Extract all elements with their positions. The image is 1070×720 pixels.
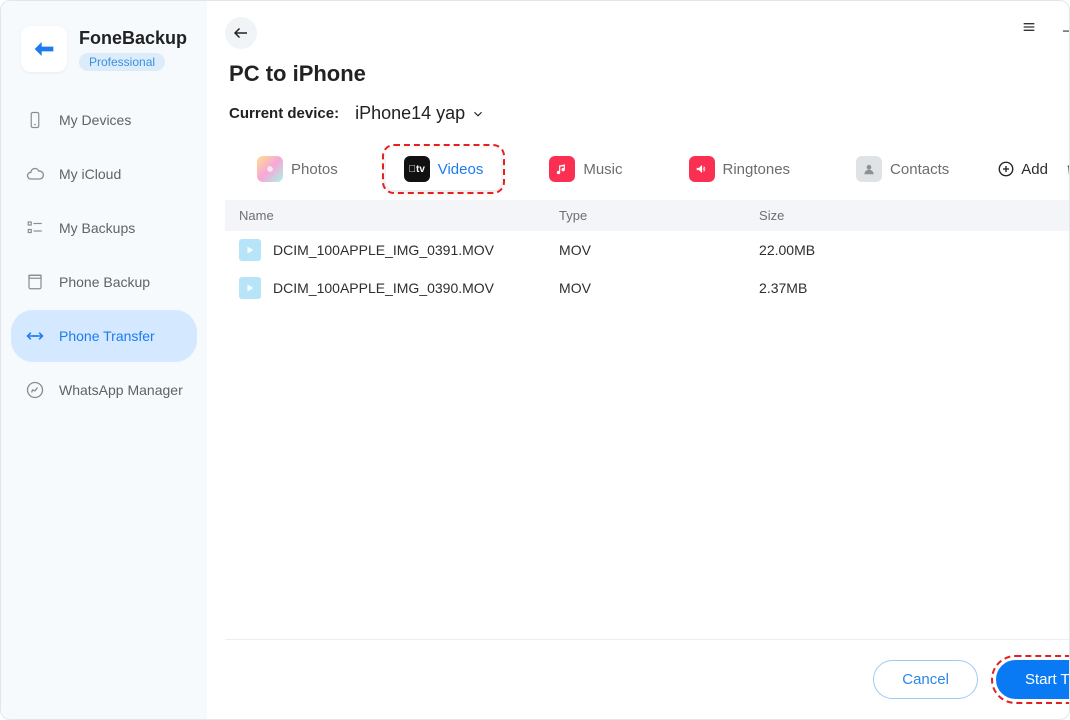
tab-label: Music bbox=[583, 161, 622, 178]
start-transfer-button[interactable]: Start Transfer bbox=[996, 660, 1069, 699]
sidebar: FoneBackup Professional My Devices My iC… bbox=[1, 1, 207, 719]
video-thumb-icon bbox=[239, 239, 261, 261]
file-name: DCIM_100APPLE_IMG_0390.MOV bbox=[273, 280, 494, 296]
photos-icon bbox=[257, 156, 283, 182]
sidebar-item-label: Phone Backup bbox=[59, 274, 150, 290]
sidebar-item-label: My iCloud bbox=[59, 166, 121, 182]
sidebar-item-my-icloud[interactable]: My iCloud bbox=[11, 148, 197, 200]
list-icon bbox=[25, 218, 45, 238]
brand-badge: Professional bbox=[79, 53, 165, 71]
minimize-icon[interactable] bbox=[1059, 19, 1069, 35]
tab-label: Photos bbox=[291, 161, 338, 178]
sidebar-item-phone-transfer[interactable]: Phone Transfer bbox=[11, 310, 197, 362]
file-table: Name Type Size DCIM_100APPLE_IMG_0391.MO… bbox=[225, 200, 1069, 307]
chat-icon bbox=[25, 380, 45, 400]
brand-logo-icon bbox=[21, 26, 67, 72]
add-button[interactable]: Add bbox=[997, 160, 1048, 178]
file-type: MOV bbox=[559, 280, 759, 296]
tab-label: Ringtones bbox=[723, 161, 791, 178]
table-row[interactable]: DCIM_100APPLE_IMG_0391.MOV MOV 22.00MB bbox=[225, 231, 1069, 269]
main: PC to iPhone Current device: iPhone14 ya… bbox=[207, 1, 1069, 719]
ringtone-icon bbox=[689, 156, 715, 182]
header-size: Size bbox=[759, 208, 1069, 223]
toolbar-right: Add Remove all bbox=[997, 152, 1069, 186]
brand: FoneBackup Professional bbox=[11, 16, 197, 88]
plus-circle-icon bbox=[997, 160, 1015, 178]
sidebar-item-label: Phone Transfer bbox=[59, 328, 155, 344]
file-size: 22.00MB bbox=[759, 242, 1069, 258]
remove-all-button[interactable]: Remove all bbox=[1066, 152, 1069, 186]
tab-ringtones[interactable]: Ringtones bbox=[671, 148, 809, 190]
add-label: Add bbox=[1021, 161, 1048, 178]
page-title: PC to iPhone bbox=[225, 61, 1069, 87]
cloud-icon bbox=[25, 164, 45, 184]
back-button[interactable] bbox=[225, 17, 257, 49]
sidebar-item-my-backups[interactable]: My Backups bbox=[11, 202, 197, 254]
tab-label: Videos bbox=[438, 161, 484, 178]
sidebar-item-phone-backup[interactable]: Phone Backup bbox=[11, 256, 197, 308]
device-label: Current device: bbox=[229, 105, 339, 122]
table-header: Name Type Size bbox=[225, 200, 1069, 231]
file-size: 2.37MB bbox=[759, 280, 1069, 296]
tab-music[interactable]: Music bbox=[531, 148, 640, 190]
header-name: Name bbox=[239, 208, 559, 223]
device-selector[interactable]: iPhone14 yap bbox=[355, 103, 485, 124]
music-icon bbox=[549, 156, 575, 182]
cancel-button[interactable]: Cancel bbox=[873, 660, 978, 699]
sidebar-item-label: WhatsApp Manager bbox=[59, 382, 183, 398]
file-name: DCIM_100APPLE_IMG_0391.MOV bbox=[273, 242, 494, 258]
backup-icon bbox=[25, 272, 45, 292]
tab-contacts[interactable]: Contacts bbox=[838, 148, 967, 190]
trash-icon bbox=[1066, 161, 1069, 178]
transfer-icon bbox=[25, 326, 45, 346]
window-controls bbox=[1021, 19, 1069, 35]
sidebar-item-label: My Backups bbox=[59, 220, 135, 236]
menu-icon[interactable] bbox=[1021, 19, 1037, 35]
tab-label: Contacts bbox=[890, 161, 949, 178]
video-thumb-icon bbox=[239, 277, 261, 299]
chevron-down-icon bbox=[471, 107, 485, 121]
header-type: Type bbox=[559, 208, 759, 223]
brand-name: FoneBackup bbox=[79, 28, 187, 49]
nav: My Devices My iCloud My Backups Phone Ba… bbox=[11, 94, 197, 416]
tab-videos[interactable]: tv Videos bbox=[386, 148, 502, 190]
sidebar-item-my-devices[interactable]: My Devices bbox=[11, 94, 197, 146]
category-tabs: Photos tv Videos Music Ringtones bbox=[225, 148, 1069, 190]
footer: Cancel Start Transfer bbox=[225, 639, 1069, 699]
contacts-icon bbox=[856, 156, 882, 182]
tab-photos[interactable]: Photos bbox=[239, 148, 356, 190]
device-row: Current device: iPhone14 yap bbox=[225, 103, 1069, 124]
table-row[interactable]: DCIM_100APPLE_IMG_0390.MOV MOV 2.37MB bbox=[225, 269, 1069, 307]
phone-icon bbox=[25, 110, 45, 130]
sidebar-item-whatsapp-manager[interactable]: WhatsApp Manager bbox=[11, 364, 197, 416]
apple-tv-icon: tv bbox=[404, 156, 430, 182]
device-name: iPhone14 yap bbox=[355, 103, 465, 124]
file-type: MOV bbox=[559, 242, 759, 258]
sidebar-item-label: My Devices bbox=[59, 112, 131, 128]
